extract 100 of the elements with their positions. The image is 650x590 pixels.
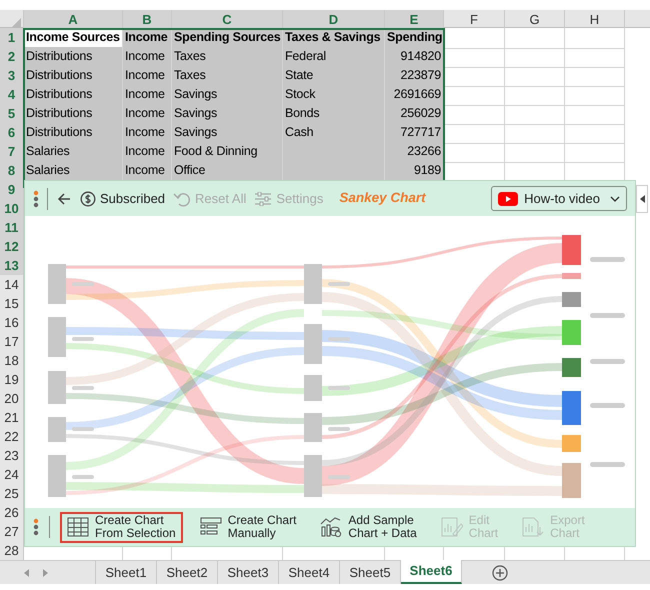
table-cell	[444, 85, 505, 106]
table-cell: Taxes	[172, 66, 283, 86]
column-header[interactable]: A	[24, 10, 123, 30]
row-header[interactable]: 13	[0, 256, 24, 276]
table-icon	[67, 517, 89, 537]
column-header[interactable]: B	[123, 10, 172, 30]
sankey-node	[562, 358, 581, 377]
sankey-node	[304, 324, 322, 364]
sankey-node	[48, 417, 66, 442]
table-cell	[565, 123, 625, 144]
sheet-tab[interactable]: Sheet2	[157, 561, 218, 584]
column-header[interactable]: C	[172, 10, 283, 30]
table-cell: Cash	[283, 123, 385, 144]
sankey-node	[562, 463, 581, 498]
row-header[interactable]: 19	[0, 370, 24, 390]
table-cell	[565, 66, 625, 86]
table-cell: Income	[123, 104, 172, 124]
table-cell: Office	[172, 161, 283, 182]
table-cell	[444, 28, 505, 48]
how-to-video-button[interactable]: How-to video	[491, 186, 627, 211]
table-cell: Federal	[283, 47, 385, 68]
sankey-node	[562, 435, 581, 452]
column-header[interactable]: H	[565, 10, 625, 30]
row-header[interactable]: 24	[0, 465, 24, 486]
label-placeholder-bar	[590, 403, 625, 408]
table-cell: Income	[123, 47, 172, 68]
row-header[interactable]: 18	[0, 351, 24, 372]
toolbar-button[interactable]: Subscribed	[80, 188, 166, 208]
row-header[interactable]: 10	[0, 199, 24, 220]
table-cell: Savings	[172, 104, 283, 124]
table-cell: Income	[123, 142, 172, 162]
table-cell	[444, 123, 505, 144]
table-cell	[444, 47, 505, 68]
sankey-node	[48, 371, 66, 404]
sankey-node	[304, 264, 322, 304]
ribbon-button[interactable]: Create Chart Manually	[192, 512, 304, 542]
collapse-panel-button[interactable]	[636, 185, 648, 213]
row-header[interactable]: 16	[0, 313, 24, 334]
sankey-node	[304, 413, 322, 442]
sankey-node	[304, 375, 322, 401]
column-header[interactable]: G	[505, 10, 565, 30]
table-cell: Savings	[172, 123, 283, 144]
chart-coins-icon	[320, 517, 342, 537]
table-cell	[565, 28, 625, 48]
caret-left-icon	[640, 195, 644, 203]
sankey-node	[562, 273, 581, 279]
drag-handle-icon[interactable]	[33, 188, 39, 208]
table-cell: Savings	[172, 85, 283, 106]
back-arrow-icon[interactable]	[56, 190, 72, 206]
label-placeholder-bar	[72, 386, 94, 390]
row-header[interactable]: 14	[0, 275, 24, 296]
sankey-node	[304, 455, 322, 497]
table-cell	[565, 85, 625, 106]
label-placeholder-bar	[72, 337, 94, 341]
sheet-tab[interactable]: Sheet1	[96, 561, 157, 584]
coin-icon	[80, 190, 96, 206]
column-header[interactable]: F	[444, 10, 505, 30]
row-header[interactable]: 23	[0, 446, 24, 466]
table-cell: Income	[123, 85, 172, 106]
label-placeholder-bar	[328, 427, 350, 431]
table-cell	[505, 47, 565, 68]
add-sheet-icon[interactable]	[492, 564, 508, 580]
sheet-tab[interactable]: Sheet3	[218, 561, 279, 584]
label-placeholder-bar	[328, 337, 350, 341]
sankey-node	[562, 391, 581, 425]
table-cell: Income	[123, 123, 172, 144]
row-header[interactable]: 28	[0, 541, 24, 562]
add-in-title: Sankey Chart	[339, 189, 426, 208]
column-header[interactable]: D	[283, 10, 385, 30]
sheet-tab[interactable]: Sheet6	[401, 560, 462, 584]
drag-handle-icon[interactable]	[33, 517, 39, 537]
row-header[interactable]: 12	[0, 237, 24, 258]
undo-icon	[173, 190, 192, 206]
chart-download-icon	[522, 517, 544, 537]
row-header[interactable]: 27	[0, 522, 24, 542]
video-play-icon	[498, 192, 518, 206]
sheet-tab[interactable]: Sheet4	[279, 561, 340, 584]
row-header[interactable]: 21	[0, 408, 24, 428]
column-header[interactable]: E	[385, 10, 444, 30]
ribbon-button[interactable]: Create Chart From Selection	[60, 512, 183, 542]
table-cell: Food & Dinning	[172, 142, 283, 162]
row-header[interactable]: 26	[0, 503, 24, 524]
row-header[interactable]: 15	[0, 294, 24, 314]
label-placeholder-bar	[328, 386, 350, 390]
label-placeholder-bar	[328, 282, 350, 286]
sankey-node	[562, 320, 581, 345]
sankey-node	[562, 292, 581, 307]
row-header[interactable]: 17	[0, 332, 24, 352]
ribbon-button[interactable]: Add Sample Chart + Data	[313, 512, 424, 542]
table-cell: Income	[123, 66, 172, 86]
sankey-node	[48, 264, 66, 304]
row-header[interactable]: 25	[0, 484, 24, 504]
table-cell	[505, 28, 565, 48]
table-cell	[505, 123, 565, 144]
chart-pencil-icon	[440, 517, 463, 537]
sankey-node	[562, 235, 581, 265]
table-cell	[444, 104, 505, 124]
row-header[interactable]: 20	[0, 389, 24, 410]
row-header[interactable]: 11	[0, 218, 24, 238]
row-header[interactable]: 22	[0, 427, 24, 448]
